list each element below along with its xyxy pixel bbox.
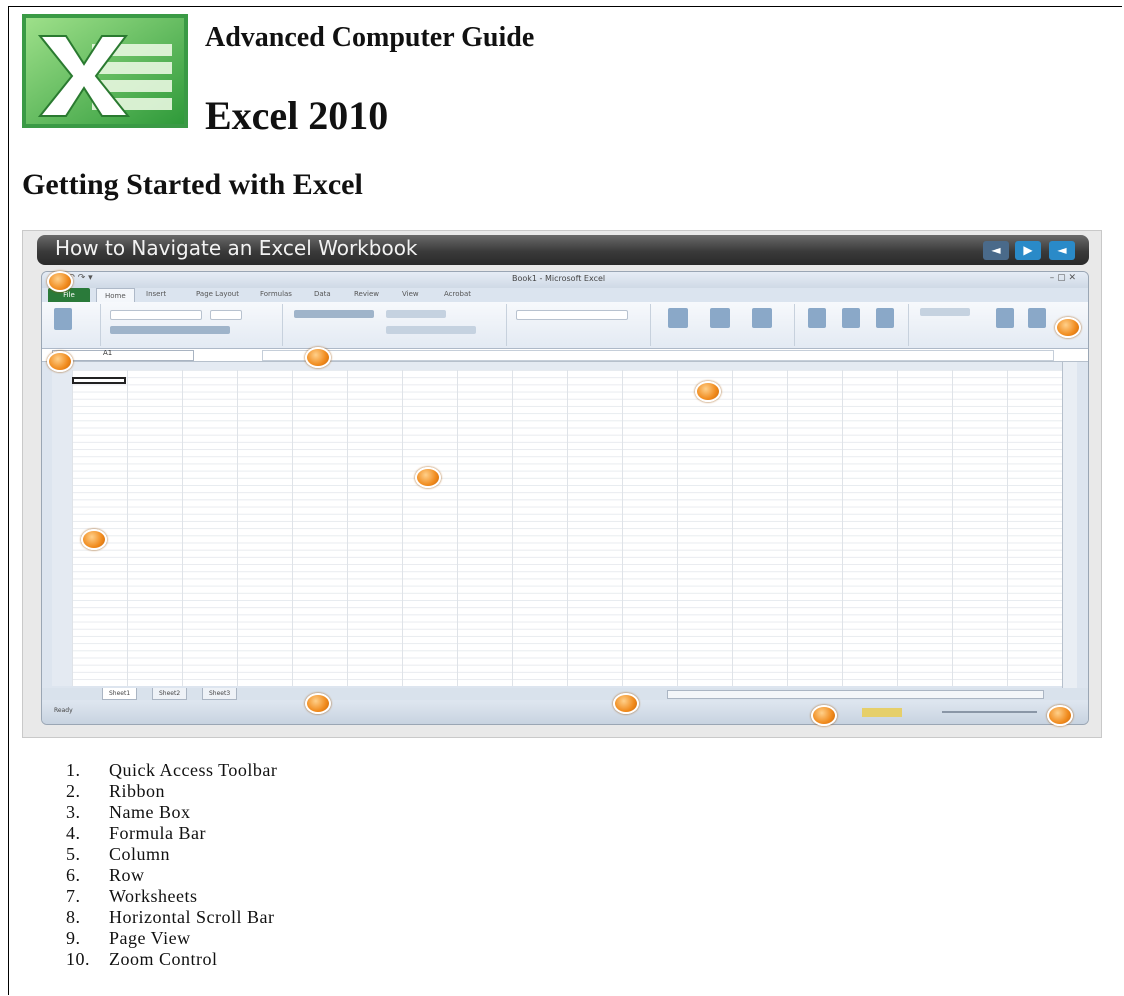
sheet-tab-1[interactable]: Sheet1	[102, 688, 138, 700]
list-item: 8. Horizontal Scroll Bar	[66, 907, 275, 927]
window-title-bar: ▣ ↶ ↷ ▾ Book1 - Microsoft Excel – ▢ ✕	[42, 272, 1088, 288]
marker-row	[81, 529, 107, 550]
font-format-buttons[interactable]	[110, 326, 230, 334]
number-format-field[interactable]	[516, 310, 628, 320]
list-item: 1. Quick Access Toolbar	[66, 760, 278, 780]
marker-horizontal-scroll-bar	[613, 693, 639, 714]
list-item: 2. Ribbon	[66, 781, 166, 801]
name-box[interactable]: A1	[52, 349, 194, 361]
tab-insert[interactable]: Insert	[146, 290, 166, 298]
navigation-figure: How to Navigate an Excel Workbook ◄ ▶ ◄ …	[22, 230, 1102, 738]
page-view-buttons[interactable]	[862, 708, 902, 717]
tab-view[interactable]: View	[402, 290, 419, 298]
list-item: 3. Name Box	[66, 802, 191, 822]
excel-window-screenshot: ▣ ↶ ↷ ▾ Book1 - Microsoft Excel – ▢ ✕ Fi…	[41, 271, 1089, 725]
tab-review[interactable]: Review	[354, 290, 379, 298]
prev-icon[interactable]: ◄	[983, 241, 1009, 260]
tab-home[interactable]: Home	[96, 288, 135, 303]
sheet-tab-3[interactable]: Sheet3	[202, 688, 238, 700]
list-item: 9. Page View	[66, 928, 191, 948]
alignment-buttons[interactable]	[294, 310, 374, 318]
ribbon-group-styles	[654, 304, 795, 346]
sheet-tab-2[interactable]: Sheet2	[152, 688, 188, 700]
component-legend: 1. Quick Access Toolbar 2. Ribbon 3. Name B…	[66, 760, 277, 970]
marker-formula-bar	[305, 347, 331, 368]
marker-worksheets	[305, 693, 331, 714]
section-title: Getting Started with Excel	[22, 168, 363, 201]
merge-center-button[interactable]	[386, 326, 476, 334]
figure-title-bar: How to Navigate an Excel Workbook ◄ ▶ ◄	[37, 235, 1089, 265]
marker-name-box	[47, 351, 73, 372]
list-item: 5. Column	[66, 844, 171, 864]
formula-bar: A1	[42, 349, 1088, 362]
insert-cells-icon[interactable]	[808, 308, 826, 328]
delete-cells-icon[interactable]	[842, 308, 860, 328]
sort-filter-icon[interactable]	[996, 308, 1014, 328]
format-cells-icon[interactable]	[876, 308, 894, 328]
ribbon-group-clipboard	[46, 304, 101, 346]
list-item: 7. Worksheets	[66, 886, 198, 906]
horizontal-scroll-bar[interactable]	[667, 690, 1044, 699]
marker-page-view	[811, 705, 837, 726]
ribbon-group-alignment	[286, 304, 507, 346]
conditional-formatting-icon[interactable]	[668, 308, 688, 328]
ribbon-group-cells	[798, 304, 909, 346]
marker-center	[415, 467, 441, 488]
ribbon	[42, 302, 1088, 349]
marker-column	[695, 381, 721, 402]
sheet-tab-bar: Sheet1 Sheet2 Sheet3	[42, 688, 1088, 700]
status-text: Ready	[54, 707, 73, 714]
vertical-scroll-bar[interactable]	[1062, 362, 1077, 688]
window-controls-icon: – ▢ ✕	[1049, 273, 1076, 283]
name-box-value: A1	[103, 349, 113, 357]
tab-formulas[interactable]: Formulas	[260, 290, 292, 298]
tab-acrobat[interactable]: Acrobat	[444, 290, 471, 298]
audio-icon[interactable]: ◄	[1049, 241, 1075, 260]
figure-title: How to Navigate an Excel Workbook	[55, 236, 418, 260]
zoom-slider[interactable]	[942, 711, 1037, 713]
row-header-column	[52, 370, 73, 686]
status-bar: Ready	[42, 702, 1088, 724]
guide-title: Advanced Computer Guide	[205, 22, 535, 53]
cell-styles-icon[interactable]	[752, 308, 772, 328]
list-item: 4. Formula Bar	[66, 823, 206, 843]
list-item: 6. Row	[66, 865, 145, 885]
window-caption: Book1 - Microsoft Excel	[512, 274, 606, 283]
font-name-field[interactable]	[110, 310, 202, 320]
find-select-icon[interactable]	[1028, 308, 1046, 328]
formula-input[interactable]	[262, 350, 1054, 361]
marker-zoom-control	[1047, 705, 1073, 726]
product-title: Excel 2010	[205, 93, 389, 138]
excel-logo-icon	[22, 14, 188, 128]
font-size-field[interactable]	[210, 310, 242, 320]
ribbon-tab-row: File Home Insert Page Layout Formulas Da…	[42, 288, 1088, 303]
marker-ribbon	[1055, 317, 1081, 338]
paste-icon[interactable]	[54, 308, 72, 330]
list-item: 10. Zoom Control	[66, 949, 218, 969]
play-icon[interactable]: ▶	[1015, 241, 1041, 260]
ribbon-group-font	[102, 304, 283, 346]
tab-data[interactable]: Data	[314, 290, 331, 298]
wrap-text-button[interactable]	[386, 310, 446, 318]
active-cell[interactable]	[72, 377, 126, 384]
marker-quick-access-toolbar	[47, 271, 73, 292]
format-as-table-icon[interactable]	[710, 308, 730, 328]
tab-page-layout[interactable]: Page Layout	[196, 290, 239, 298]
autosum-button[interactable]	[920, 308, 970, 316]
ribbon-group-editing	[912, 304, 1072, 346]
ribbon-group-number	[510, 304, 651, 346]
worksheet-grid[interactable]	[72, 370, 1062, 686]
